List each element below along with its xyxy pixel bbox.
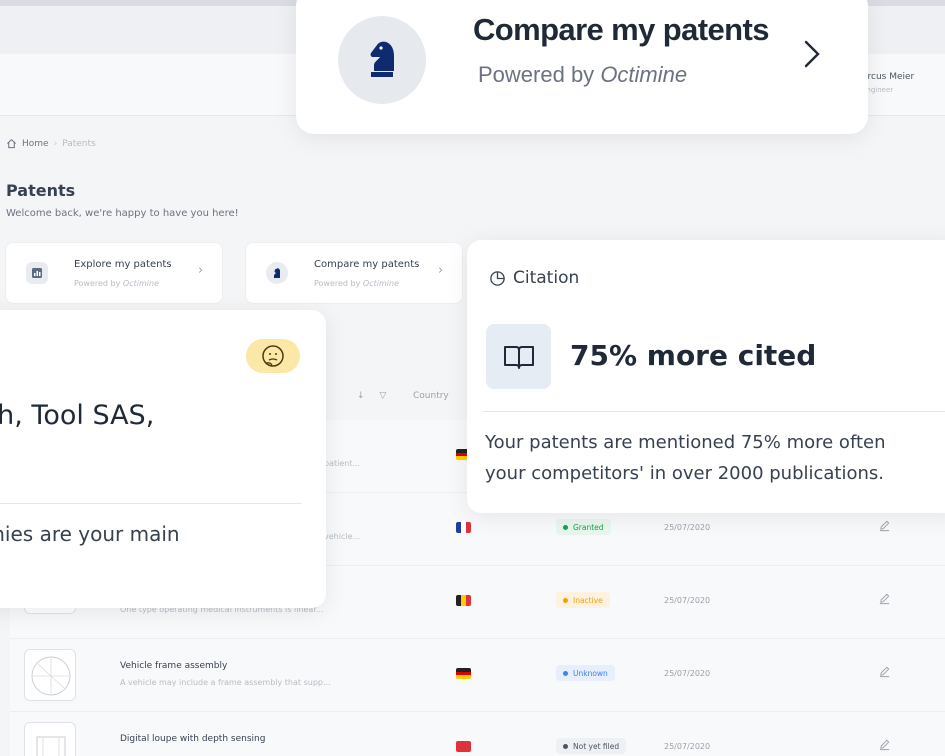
citation-header: Citation [489,268,579,288]
explore-card-title: Explore my patents [74,259,172,270]
patent-thumbnail [24,649,76,701]
chevron-right-icon: › [438,263,444,278]
breadcrumb-current: Patents [62,138,96,149]
edit-icon[interactable] [878,738,891,751]
compare-patents-card[interactable]: Compare my patents Powered by Octimine [296,0,868,134]
breadcrumb: Home › Patents [6,138,96,149]
competitor-card: ph, Tool SAS, anies are your main [0,310,326,608]
citation-text: Your patents are mentioned 75% more ofte… [485,432,886,484]
edit-icon[interactable] [878,665,891,678]
chess-knight-icon [266,262,288,284]
bar-chart-icon [26,262,48,284]
chevron-right-icon: › [53,138,58,149]
compare-mini-title: Compare my patents [314,259,420,270]
breadcrumb-home[interactable]: Home [22,139,49,149]
open-book-icon [486,324,551,389]
explore-card-subtitle: Powered by Octimine [74,279,159,288]
explore-patents-card[interactable]: Explore my patents Powered by Octimine › [5,242,223,304]
compare-mini-subtitle: Powered by Octimine [314,279,399,288]
page-title: Patents [6,181,76,200]
patent-thumbnail [24,722,76,756]
user-name: arcus Meier [862,72,915,82]
row-description: A vehicle may include a frame assembly t… [120,678,331,687]
thinking-emoji-icon [246,339,300,373]
row-title[interactable]: Vehicle frame assembly [120,661,227,671]
citation-card: Citation 75% more cited Your patents are… [467,240,945,513]
home-icon[interactable] [6,138,17,149]
table-header: ↓ ▽ Country [320,380,480,416]
china-flag-icon [456,741,471,752]
status-badge: Unknown [556,665,615,681]
compare-card-subtitle: Powered by Octimine [478,62,688,87]
table-row[interactable]: Vehicle frame assembly A vehicle may inc… [10,639,945,712]
citation-label: Citation [513,268,580,288]
germany-flag-icon [456,668,471,679]
compare-card-title: Compare my patents [473,12,769,47]
competitor-subtext: anies are your main [0,522,180,546]
france-flag-icon [456,522,471,533]
pie-chart-icon [490,270,505,286]
country-column-header[interactable]: Country [413,391,449,401]
competitor-headline: ph, Tool SAS, [0,400,155,431]
row-date: 25/07/2020 [664,523,711,532]
edit-icon[interactable] [878,519,891,532]
compare-patents-mini-card[interactable]: Compare my patents Powered by Octimine › [245,242,463,304]
user-profile[interactable]: arcus Meier Engineer [862,72,945,94]
chevron-right-icon[interactable] [802,38,822,70]
user-role: Engineer [862,86,894,94]
sort-icon[interactable]: ↓ ▽ [357,391,392,401]
row-description: vehicle... [324,532,361,541]
chevron-right-icon: › [198,263,204,278]
table-row[interactable]: Digital loupe with depth sensing Not yet… [10,712,945,756]
belgium-flag-icon [456,595,471,606]
divider [483,411,945,412]
status-badge: Granted [556,519,611,535]
citation-headline: 75% more cited [570,339,817,372]
row-title[interactable]: Digital loupe with depth sensing [120,734,265,744]
welcome-text: Welcome back, we're happy to have you he… [6,208,239,219]
row-date: 25/07/2020 [664,669,711,678]
status-badge: Inactive [556,592,610,608]
row-description: patient... [324,459,361,468]
status-badge: Not yet filed [556,738,627,754]
divider [0,503,302,504]
edit-icon[interactable] [878,592,891,605]
chess-knight-icon [338,16,426,104]
row-date: 25/07/2020 [664,596,711,605]
row-date: 25/07/2020 [664,742,711,751]
